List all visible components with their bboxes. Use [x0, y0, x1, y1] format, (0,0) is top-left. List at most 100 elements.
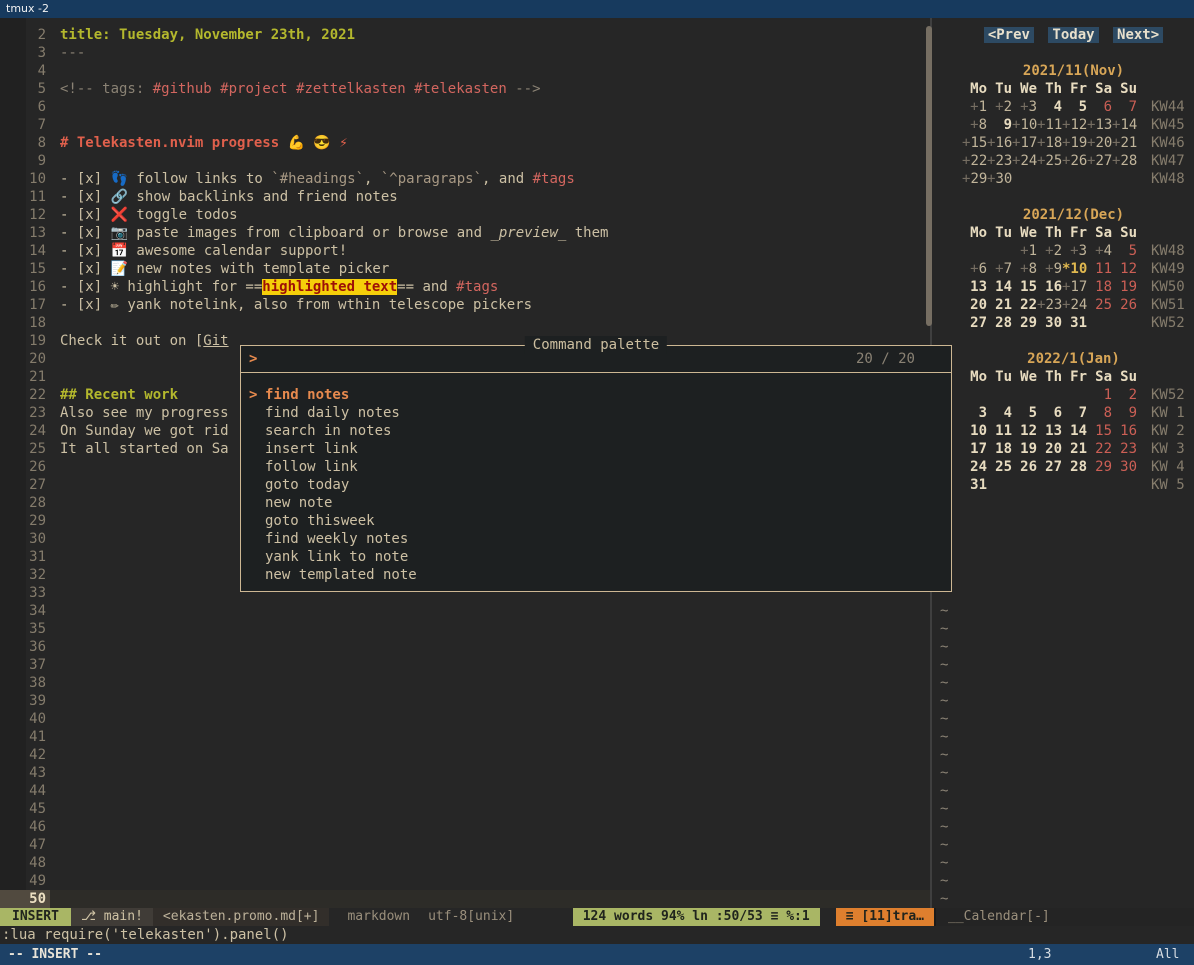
calendar-day[interactable]: 27 — [1037, 458, 1062, 476]
editor-line[interactable]: 36 — [0, 638, 930, 656]
calendar-day[interactable]: 12 — [1112, 260, 1137, 278]
calendar-day[interactable]: +15 — [962, 134, 987, 152]
calendar-day[interactable]: 11 — [987, 422, 1012, 440]
calendar-day[interactable]: +4 — [1087, 242, 1112, 260]
palette-item[interactable]: insert link — [249, 440, 943, 458]
calendar-day[interactable]: 29 — [1012, 314, 1037, 332]
calendar-next-button[interactable]: Next> — [1113, 27, 1163, 43]
calendar-day[interactable]: +9 — [1037, 260, 1062, 278]
calendar-day[interactable]: 31 — [962, 476, 987, 494]
calendar-day[interactable]: +6 — [962, 260, 987, 278]
calendar-day[interactable]: 14 — [987, 278, 1012, 296]
calendar-day[interactable]: 7 — [1112, 98, 1137, 116]
editor-line[interactable]: 41 — [0, 728, 930, 746]
calendar-day[interactable]: +12 — [1062, 116, 1087, 134]
calendar-day[interactable]: +1 — [962, 98, 987, 116]
calendar-day[interactable]: 26 — [1112, 296, 1137, 314]
scrollbar-thumb[interactable] — [926, 26, 932, 326]
calendar-day[interactable]: +28 — [1112, 152, 1137, 170]
calendar-day[interactable]: 28 — [987, 314, 1012, 332]
calendar-day[interactable]: 10 — [962, 422, 987, 440]
calendar-day[interactable]: +23 — [1037, 296, 1062, 314]
palette-item[interactable]: yank link to note — [249, 548, 943, 566]
editor-line[interactable]: 42 — [0, 746, 930, 764]
calendar-day[interactable]: 21 — [1062, 440, 1087, 458]
palette-item[interactable]: >find notes — [249, 386, 943, 404]
calendar-day[interactable]: +20 — [1087, 134, 1112, 152]
calendar-day[interactable]: +1 — [1012, 242, 1037, 260]
calendar-day[interactable]: 18 — [987, 440, 1012, 458]
calendar-day[interactable]: 4 — [987, 404, 1012, 422]
palette-item[interactable]: goto thisweek — [249, 512, 943, 530]
calendar-day[interactable]: +2 — [1037, 242, 1062, 260]
calendar-day[interactable]: +30 — [987, 170, 1012, 188]
editor-line[interactable]: 12- [x] ❌ toggle todos — [0, 206, 930, 224]
calendar-day[interactable]: 9 — [987, 116, 1012, 134]
calendar-day[interactable]: 2 — [1112, 386, 1137, 404]
editor-line[interactable]: 4 — [0, 62, 930, 80]
calendar-day[interactable]: 19 — [1012, 440, 1037, 458]
calendar-day[interactable]: +18 — [1037, 134, 1062, 152]
calendar-day[interactable]: 12 — [1012, 422, 1037, 440]
calendar-day[interactable]: +8 — [962, 116, 987, 134]
editor-line[interactable]: 48 — [0, 854, 930, 872]
editor-line[interactable]: 18 — [0, 314, 930, 332]
calendar-day[interactable]: 20 — [1037, 440, 1062, 458]
palette-item[interactable]: goto today — [249, 476, 943, 494]
calendar-day[interactable]: 22 — [1012, 296, 1037, 314]
palette-item[interactable]: follow link — [249, 458, 943, 476]
calendar-day[interactable]: +21 — [1112, 134, 1137, 152]
calendar-today-button[interactable]: Today — [1048, 27, 1098, 43]
calendar-day[interactable]: 13 — [1037, 422, 1062, 440]
calendar-day[interactable]: 5 — [1112, 242, 1137, 260]
editor-line[interactable]: 13- [x] 📷 paste images from clipboard or… — [0, 224, 930, 242]
palette-item[interactable]: find weekly notes — [249, 530, 943, 548]
calendar-day[interactable]: 7 — [1062, 404, 1087, 422]
calendar-day[interactable]: +19 — [1062, 134, 1087, 152]
calendar-day[interactable]: 14 — [1062, 422, 1087, 440]
calendar-prev-button[interactable]: <Prev — [984, 27, 1034, 43]
calendar-day[interactable]: 5 — [1062, 98, 1087, 116]
palette-item[interactable]: new note — [249, 494, 943, 512]
calendar-day[interactable]: 15 — [1012, 278, 1037, 296]
calendar-day[interactable]: +2 — [987, 98, 1012, 116]
calendar-day[interactable]: 31 — [1062, 314, 1087, 332]
calendar-day[interactable]: 1 — [1087, 386, 1112, 404]
calendar-day[interactable]: 13 — [962, 278, 987, 296]
calendar-day[interactable]: +10 — [1012, 116, 1037, 134]
calendar-day[interactable]: +14 — [1112, 116, 1137, 134]
calendar-day[interactable]: +26 — [1062, 152, 1087, 170]
calendar-day[interactable]: 3 — [962, 404, 987, 422]
editor-line[interactable]: 15- [x] 📝 new notes with template picker — [0, 260, 930, 278]
calendar-day[interactable]: 21 — [987, 296, 1012, 314]
calendar-day[interactable]: 4 — [1037, 98, 1062, 116]
editor-line[interactable]: 5<!-- tags: #github #project #zettelkast… — [0, 80, 930, 98]
editor-line[interactable]: 50 — [0, 890, 930, 908]
editor-line[interactable]: 38 — [0, 674, 930, 692]
calendar-day[interactable]: 11 — [1087, 260, 1112, 278]
calendar-day[interactable]: 30 — [1037, 314, 1062, 332]
calendar-day[interactable]: +27 — [1087, 152, 1112, 170]
editor-line[interactable]: 16- [x] ☀ highlight for ==highlighted te… — [0, 278, 930, 296]
editor-line[interactable]: 47 — [0, 836, 930, 854]
calendar-day[interactable]: +24 — [1012, 152, 1037, 170]
palette-prompt-input[interactable]: > 20 / 20 — [241, 350, 951, 368]
calendar-day[interactable]: +17 — [1012, 134, 1037, 152]
calendar-day[interactable]: 9 — [1112, 404, 1137, 422]
calendar-day[interactable]: 8 — [1087, 404, 1112, 422]
calendar-day[interactable]: +25 — [1037, 152, 1062, 170]
palette-item[interactable]: search in notes — [249, 422, 943, 440]
editor-line[interactable]: 39 — [0, 692, 930, 710]
editor-line[interactable]: 7 — [0, 116, 930, 134]
editor-line[interactable]: 6 — [0, 98, 930, 116]
calendar-day[interactable]: 29 — [1087, 458, 1112, 476]
editor-line[interactable]: 11- [x] 🔗 show backlinks and friend note… — [0, 188, 930, 206]
calendar-day[interactable]: 19 — [1112, 278, 1137, 296]
calendar-day[interactable]: +23 — [987, 152, 1012, 170]
editor-line[interactable]: 34 — [0, 602, 930, 620]
calendar-day[interactable]: 18 — [1087, 278, 1112, 296]
editor-line[interactable]: 2title: Tuesday, November 23th, 2021 — [0, 26, 930, 44]
editor-line[interactable]: 14- [x] 📅 awesome calendar support! — [0, 242, 930, 260]
editor-line[interactable]: 46 — [0, 818, 930, 836]
editor-line[interactable]: 44 — [0, 782, 930, 800]
